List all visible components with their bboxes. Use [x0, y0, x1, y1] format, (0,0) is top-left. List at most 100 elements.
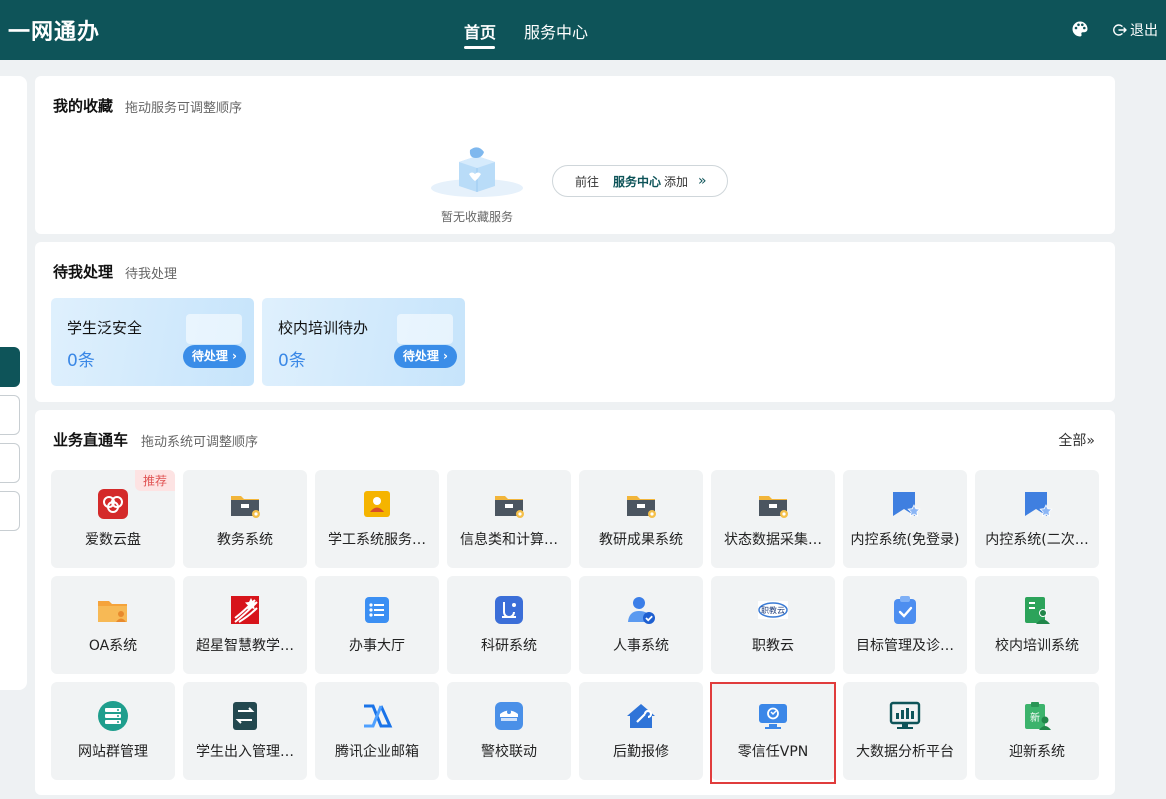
server-icon: [98, 701, 128, 731]
app-tile-label: 迎新系统: [1009, 744, 1065, 760]
empty-box-icon: [431, 147, 523, 197]
active-tab-indicator: [464, 46, 495, 49]
app-tile-label: 状态数据采集…: [724, 532, 822, 548]
favorites-title: 我的收藏: [53, 97, 114, 115]
bookmark-star-icon: [1025, 492, 1053, 517]
app-tile[interactable]: 目标管理及诊…: [843, 576, 967, 674]
cloud-disk-icon: [98, 489, 128, 519]
transfer-icon: [233, 702, 257, 730]
side-tab-4[interactable]: [0, 491, 20, 531]
app-tile[interactable]: 新迎新系统: [975, 682, 1099, 780]
app-tile[interactable]: 状态数据采集…: [711, 470, 835, 568]
double-chevron-icon: »: [698, 173, 707, 189]
business-title: 业务直通车: [53, 431, 129, 449]
todo-card-student-safety[interactable]: 学生泛安全 0条 待处理 ›: [51, 298, 254, 386]
folder-gear-icon: [627, 496, 656, 518]
app-tile[interactable]: 人事系统: [579, 576, 703, 674]
app-tile-label: 职教云: [752, 638, 794, 654]
app-tile-label: 教务系统: [217, 532, 273, 548]
app-tile[interactable]: 内控系统(二次…: [975, 470, 1099, 568]
pending-subtitle: 待我处理: [125, 267, 178, 282]
todo-action-label: 待处理: [191, 349, 228, 363]
app-tile-label: 腾讯企业邮箱: [335, 744, 419, 760]
recommend-badge: 推荐: [134, 470, 175, 491]
view-all-link[interactable]: 全部»: [1058, 430, 1095, 450]
palette-icon[interactable]: [1071, 20, 1089, 38]
app-tile-label: 校内培训系统: [995, 638, 1079, 654]
todo-decoration: [186, 314, 242, 344]
app-tile[interactable]: 学工系统服务…: [315, 470, 439, 568]
svg-text:新: 新: [1030, 711, 1040, 724]
app-tile[interactable]: 科研系统: [447, 576, 571, 674]
favorites-subtitle: 拖动服务可调整顺序: [125, 101, 243, 116]
app-tile[interactable]: 办事大厅: [315, 576, 439, 674]
favorites-card: 我的收藏 拖动服务可调整顺序 暂无收藏服务 前往 服务中心 添加 »: [35, 76, 1115, 234]
app-tile[interactable]: 警校联动: [447, 682, 571, 780]
todo-card-campus-training[interactable]: 校内培训待办 0条 待处理 ›: [262, 298, 465, 386]
folder-gear-icon: [495, 496, 524, 518]
todo-action-button[interactable]: 待处理 ›: [182, 345, 246, 368]
person-check-icon: [628, 597, 655, 624]
chaoxing-logo-icon: [231, 596, 259, 624]
app-tile[interactable]: 爱数云盘 推荐: [51, 470, 175, 568]
zhijiaoyun-logo-icon: 职教云: [758, 601, 788, 619]
todo-action-button[interactable]: 待处理 ›: [393, 345, 457, 368]
logout-label: 退出: [1130, 23, 1158, 39]
brand-title: 一网通办: [8, 20, 101, 45]
monitor-chart-icon: [889, 701, 921, 729]
app-tile-label: 大数据分析平台: [856, 744, 954, 760]
app-tile-label: 办事大厅: [349, 638, 405, 654]
bookmark-star-icon: [893, 492, 921, 517]
app-tile[interactable]: 网站群管理: [51, 682, 175, 780]
app-tile[interactable]: 信息类和计算…: [447, 470, 571, 568]
folder-user-icon: [98, 601, 127, 622]
business-subtitle: 拖动系统可调整顺序: [141, 435, 259, 450]
app-tile[interactable]: 腾讯企业邮箱: [315, 682, 439, 780]
app-tile[interactable]: 超星智慧教学…: [183, 576, 307, 674]
logout-button[interactable]: 退出: [1113, 20, 1158, 40]
app-tile[interactable]: 教研成果系统: [579, 470, 703, 568]
clipboard-check-icon: [894, 596, 916, 624]
app-tile[interactable]: 职教云 职教云: [711, 576, 835, 674]
app-tile[interactable]: 教务系统: [183, 470, 307, 568]
todo-title: 校内培训待办: [278, 319, 369, 337]
logout-icon: [1113, 24, 1127, 36]
research-icon: [495, 596, 523, 624]
app-tile[interactable]: 零信任VPN: [711, 682, 835, 780]
goto-suffix: 添加: [664, 174, 689, 189]
app-tile[interactable]: 内控系统(免登录): [843, 470, 967, 568]
app-tile-label: 人事系统: [613, 638, 669, 654]
app-tile[interactable]: 后勤报修: [579, 682, 703, 780]
tab-home[interactable]: 首页: [464, 19, 496, 43]
app-tile-label: 爱数云盘: [85, 532, 141, 548]
app-tile-label: 警校联动: [481, 744, 537, 760]
pending-title: 待我处理: [53, 263, 114, 281]
app-tile-label: 网站群管理: [78, 744, 148, 760]
folder-gear-icon: [759, 496, 788, 518]
app-tile-label: 内控系统(免登录): [850, 532, 960, 548]
app-tile[interactable]: 校内培训系统: [975, 576, 1099, 674]
side-tab-1[interactable]: [0, 347, 20, 387]
app-tile-label: 内控系统(二次…: [985, 532, 1089, 548]
side-tab-2[interactable]: [0, 395, 20, 435]
todo-count: 0条: [278, 351, 306, 371]
app-tile[interactable]: 学生出入管理…: [183, 682, 307, 780]
app-tile[interactable]: OA系统: [51, 576, 175, 674]
goto-service-center-button[interactable]: 前往 服务中心 添加 »: [552, 165, 728, 197]
app-tile-label: 科研系统: [481, 638, 537, 654]
tab-service-center[interactable]: 服务中心: [524, 19, 588, 43]
doc-user-icon: [1025, 597, 1050, 624]
app-tile-label: 超星智慧教学…: [196, 638, 294, 654]
app-tile[interactable]: 大数据分析平台: [843, 682, 967, 780]
app-tile-label: 学工系统服务…: [328, 532, 426, 548]
svg-text:职教云: 职教云: [761, 605, 785, 615]
welcome-icon: 新: [1025, 702, 1051, 730]
goto-service-link: 服务中心: [613, 174, 662, 189]
house-wrench-icon: [627, 704, 655, 728]
tencent-mail-icon: [364, 704, 393, 728]
pending-card: 待我处理 待我处理 学生泛安全 0条 待处理 › 校内培训待办 0条 待处理 ›: [35, 242, 1115, 402]
todo-decoration: [397, 314, 453, 344]
view-all-label: 全部: [1058, 433, 1087, 449]
side-tab-3[interactable]: [0, 443, 20, 483]
folder-gear-icon: [231, 496, 260, 518]
